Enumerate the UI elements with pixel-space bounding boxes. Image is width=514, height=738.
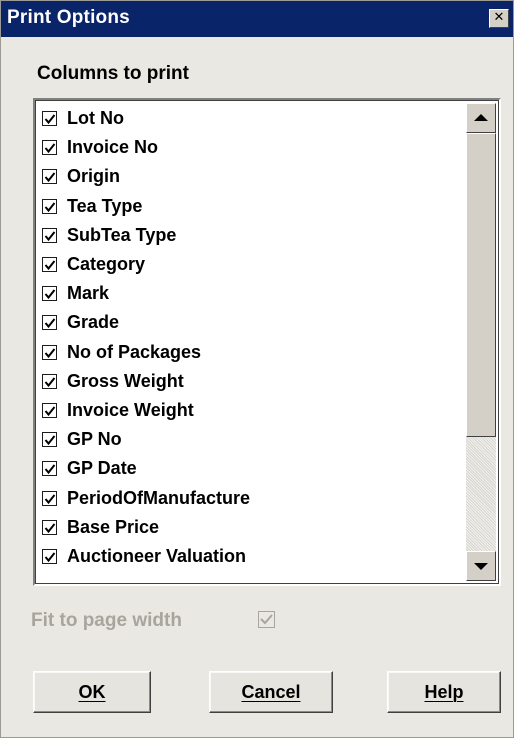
column-checkbox[interactable]	[42, 227, 57, 243]
print-options-dialog: Print Options ✕ Columns to print Lot No I…	[0, 0, 514, 738]
column-label: Lot No	[67, 108, 124, 129]
column-label: Gross Weight	[67, 370, 184, 391]
list-item[interactable]: Grade	[37, 308, 463, 337]
list-item[interactable]: Gross Weight	[37, 367, 463, 396]
column-checkbox[interactable]	[42, 315, 57, 331]
check-icon	[44, 552, 56, 562]
column-checkbox[interactable]	[42, 140, 57, 156]
columns-checklist[interactable]: Lot No Invoice No Origin Tea Type SubTea Typ…	[33, 98, 501, 586]
column-checkbox[interactable]	[42, 490, 57, 506]
cancel-label-rest: ancel	[254, 681, 301, 702]
check-icon	[44, 435, 56, 446]
help-label-rest: elp	[437, 681, 464, 702]
column-checkbox[interactable]	[42, 344, 57, 360]
vertical-scrollbar[interactable]	[466, 103, 496, 581]
column-label: GP Date	[67, 458, 137, 479]
column-checkbox[interactable]	[42, 461, 57, 477]
column-label: GP No	[67, 429, 122, 450]
scrollbar-thumb[interactable]	[466, 133, 496, 437]
check-icon	[44, 289, 56, 300]
list-item[interactable]: Invoice No	[37, 133, 463, 162]
check-icon	[44, 523, 56, 533]
column-label: PeriodOfManufacture	[67, 487, 251, 508]
checklist-items: Lot No Invoice No Origin Tea Type SubTea Typ…	[37, 104, 463, 571]
list-item[interactable]: Mark	[37, 279, 463, 308]
scroll-up-button[interactable]	[466, 103, 496, 133]
column-checkbox[interactable]	[42, 402, 57, 418]
column-label: Category	[67, 254, 146, 275]
column-label: Grade	[67, 312, 120, 333]
check-icon	[44, 231, 56, 241]
check-icon	[44, 464, 56, 475]
list-item[interactable]: GP Date	[37, 454, 463, 483]
list-item[interactable]: Category	[37, 250, 463, 279]
cancel-mnemonic: C	[241, 681, 255, 702]
help-button[interactable]: Help	[387, 671, 501, 713]
list-item[interactable]: Invoice Weight	[37, 396, 463, 425]
check-icon	[44, 202, 56, 212]
fit-to-page-label: Fit to page width	[31, 610, 182, 631]
check-icon	[44, 493, 56, 504]
help-mnemonic: H	[424, 681, 438, 702]
check-icon	[44, 347, 56, 358]
check-icon	[44, 260, 56, 271]
list-item[interactable]: Origin	[37, 162, 463, 191]
close-icon[interactable]: ✕	[489, 9, 509, 28]
columns-to-print-label: Columns to print	[37, 63, 189, 84]
check-icon	[44, 172, 56, 183]
list-item[interactable]: No of Packages	[37, 338, 463, 367]
title-bar[interactable]: Print Options ✕	[1, 1, 513, 37]
column-label: Invoice Weight	[67, 399, 194, 420]
column-label: Base Price	[67, 516, 160, 537]
column-label: Mark	[67, 283, 110, 304]
column-checkbox[interactable]	[42, 548, 57, 564]
column-label: SubTea Type	[67, 224, 177, 245]
column-checkbox[interactable]	[42, 519, 57, 535]
check-icon	[44, 318, 56, 329]
fit-to-page-checkbox[interactable]	[258, 611, 275, 628]
ok-button[interactable]: OK	[33, 671, 151, 713]
window-title: Print Options	[7, 7, 130, 28]
column-label: Tea Type	[67, 195, 143, 216]
list-item[interactable]: PeriodOfManufacture	[37, 483, 463, 512]
check-icon	[44, 406, 56, 417]
list-item[interactable]: Auctioneer Valuation	[37, 542, 463, 571]
scroll-down-button[interactable]	[466, 551, 496, 581]
column-checkbox[interactable]	[42, 111, 57, 127]
column-checkbox[interactable]	[42, 169, 57, 185]
column-label: Origin	[67, 166, 120, 187]
column-label: Auctioneer Valuation	[67, 545, 247, 566]
cancel-button[interactable]: Cancel	[209, 671, 333, 713]
column-checkbox[interactable]	[42, 198, 57, 214]
column-checkbox[interactable]	[42, 432, 57, 448]
check-icon	[44, 114, 56, 125]
column-checkbox[interactable]	[42, 257, 57, 273]
ok-label-rest: K	[92, 681, 106, 702]
list-item[interactable]: Base Price	[37, 513, 463, 542]
column-label: Invoice No	[67, 137, 159, 158]
column-checkbox[interactable]	[42, 373, 57, 389]
arrow-up-icon	[474, 114, 488, 121]
column-label: No of Packages	[67, 341, 202, 362]
check-icon	[260, 614, 273, 625]
list-item[interactable]: SubTea Type	[37, 221, 463, 250]
list-item[interactable]: Lot No	[37, 104, 463, 133]
ok-mnemonic: O	[78, 681, 93, 702]
column-checkbox[interactable]	[42, 286, 57, 302]
list-item[interactable]: GP No	[37, 425, 463, 454]
list-item[interactable]: Tea Type	[37, 192, 463, 221]
check-icon	[44, 377, 56, 387]
check-icon	[44, 143, 56, 154]
arrow-down-icon	[474, 563, 488, 570]
